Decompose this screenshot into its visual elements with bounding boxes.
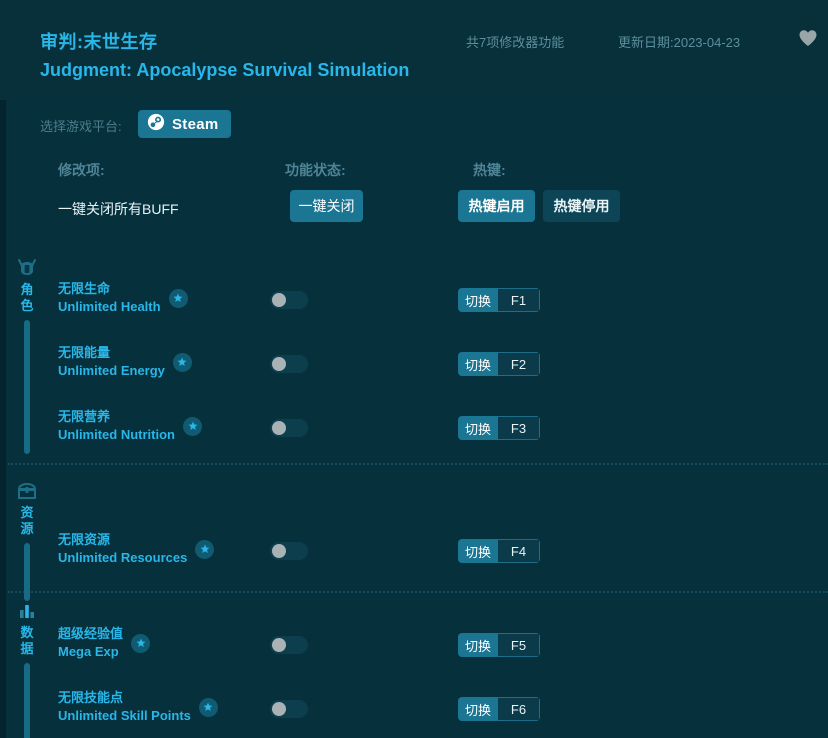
cheat-toggle-switch[interactable] — [270, 636, 308, 654]
category-divider — [8, 591, 828, 593]
column-header-status: 功能状态: — [285, 160, 346, 180]
hotkey-action-label: 切换 — [458, 539, 498, 563]
app-header: 审判:末世生存 Judgment: Apocalypse Survival Si… — [0, 0, 828, 100]
star-icon[interactable] — [183, 417, 202, 436]
cheat-name-cn: 无限生命 — [58, 280, 161, 298]
steam-icon — [147, 113, 165, 136]
cheat-hotkey-control[interactable]: 切换F3 — [458, 416, 540, 440]
platform-steam-button[interactable]: Steam — [138, 110, 231, 138]
cheat-name-en: Unlimited Health — [58, 298, 161, 316]
cheat-name-group: 无限技能点Unlimited Skill Points — [58, 689, 218, 725]
cheat-hotkey-control[interactable]: 切换F4 — [458, 539, 540, 563]
star-icon[interactable] — [195, 540, 214, 559]
cheat-hotkey-control[interactable]: 切换F6 — [458, 697, 540, 721]
category-section: 角色无限生命Unlimited Health切换F1无限能量Unlimited … — [0, 258, 828, 468]
bar-chart-icon — [16, 601, 38, 621]
cheat-hotkey-control[interactable]: 切换F1 — [458, 288, 540, 312]
cheat-name-cn: 无限营养 — [58, 408, 175, 426]
update-date-label: 更新日期:2023-04-23 — [618, 32, 740, 51]
toggle-knob — [272, 293, 286, 307]
hotkey-action-label: 切换 — [458, 416, 498, 440]
cheat-name-group: 超级经验值Mega Exp — [58, 625, 150, 661]
cheat-name-cn: 无限技能点 — [58, 689, 191, 707]
hotkey-key-label: F3 — [498, 416, 540, 440]
cheat-toggle-switch[interactable] — [270, 355, 308, 373]
cheat-hotkey-control[interactable]: 切换F2 — [458, 352, 540, 376]
cheat-name-group: 无限营养Unlimited Nutrition — [58, 408, 202, 444]
cheat-name-stack: 超级经验值Mega Exp — [58, 625, 123, 661]
hotkey-action-label: 切换 — [458, 352, 498, 376]
cheat-name-cn: 超级经验值 — [58, 625, 123, 643]
hotkey-action-label: 切换 — [458, 633, 498, 657]
cheat-name-en: Unlimited Nutrition — [58, 426, 175, 444]
cheat-toggle-switch[interactable] — [270, 542, 308, 560]
column-header-item: 修改项: — [58, 160, 105, 180]
toggle-knob — [272, 357, 286, 371]
cheat-name-en: Unlimited Resources — [58, 549, 187, 567]
toggle-knob — [272, 702, 286, 716]
cheat-name-group: 无限能量Unlimited Energy — [58, 344, 192, 380]
cheat-name-group: 无限资源Unlimited Resources — [58, 531, 214, 567]
cheat-name-en: Mega Exp — [58, 643, 123, 661]
category-section: 资源无限资源Unlimited Resources切换F4 — [0, 481, 828, 591]
column-header-hotkey: 热键: — [473, 160, 506, 180]
hotkey-key-label: F1 — [498, 288, 540, 312]
hotkey-action-label: 切换 — [458, 697, 498, 721]
cheat-name-stack: 无限技能点Unlimited Skill Points — [58, 689, 191, 725]
cheat-toggle-switch[interactable] — [270, 419, 308, 437]
helmet-icon — [16, 258, 38, 278]
game-title-en: Judgment: Apocalypse Survival Simulation — [40, 60, 409, 81]
cheat-name-en: Unlimited Skill Points — [58, 707, 191, 725]
game-title-cn: 审判:末世生存 — [40, 28, 158, 54]
star-icon[interactable] — [199, 698, 218, 717]
cheat-row: 无限能量Unlimited Energy 切换F2 — [0, 344, 828, 392]
star-icon[interactable] — [169, 289, 188, 308]
cheat-name-stack: 无限能量Unlimited Energy — [58, 344, 165, 380]
cheat-toggle-switch[interactable] — [270, 700, 308, 718]
toggle-knob — [272, 638, 286, 652]
cheat-row: 无限技能点Unlimited Skill Points 切换F6 — [0, 689, 828, 737]
heart-icon[interactable] — [798, 28, 818, 48]
hotkey-disable-button[interactable]: 热键停用 — [543, 190, 620, 222]
cheat-row: 无限营养Unlimited Nutrition 切换F3 — [0, 408, 828, 456]
cheat-name-cn: 无限资源 — [58, 531, 187, 549]
hotkey-enable-button[interactable]: 热键启用 — [458, 190, 535, 222]
cheat-row: 超级经验值Mega Exp 切换F5 — [0, 625, 828, 673]
toggle-knob — [272, 544, 286, 558]
hotkey-key-label: F5 — [498, 633, 540, 657]
hotkey-key-label: F6 — [498, 697, 540, 721]
star-icon[interactable] — [173, 353, 192, 372]
cheat-name-stack: 无限资源Unlimited Resources — [58, 531, 187, 567]
disable-all-buff-label: 一键关闭所有BUFF — [58, 199, 179, 219]
hotkey-key-label: F2 — [498, 352, 540, 376]
cheat-name-stack: 无限生命Unlimited Health — [58, 280, 161, 316]
cheat-row: 无限资源Unlimited Resources 切换F4 — [0, 531, 828, 579]
cheat-name-stack: 无限营养Unlimited Nutrition — [58, 408, 175, 444]
cheat-hotkey-control[interactable]: 切换F5 — [458, 633, 540, 657]
cheat-name-group: 无限生命Unlimited Health — [58, 280, 188, 316]
star-icon[interactable] — [131, 634, 150, 653]
cheat-name-en: Unlimited Energy — [58, 362, 165, 380]
toggle-knob — [272, 421, 286, 435]
feature-count-label: 共7项修改器功能 — [466, 32, 564, 51]
hotkey-key-label: F4 — [498, 539, 540, 563]
category-section: 数据超级经验值Mega Exp切换F5无限技能点Unlimited Skill … — [0, 601, 828, 738]
disable-all-button[interactable]: 一键关闭 — [290, 190, 363, 222]
cheat-toggle-switch[interactable] — [270, 291, 308, 309]
platform-steam-label: Steam — [172, 116, 219, 133]
platform-label: 选择游戏平台: — [40, 116, 122, 135]
hotkey-action-label: 切换 — [458, 288, 498, 312]
cheat-row: 无限生命Unlimited Health 切换F1 — [0, 280, 828, 328]
chest-icon — [16, 481, 38, 501]
cheat-name-cn: 无限能量 — [58, 344, 165, 362]
